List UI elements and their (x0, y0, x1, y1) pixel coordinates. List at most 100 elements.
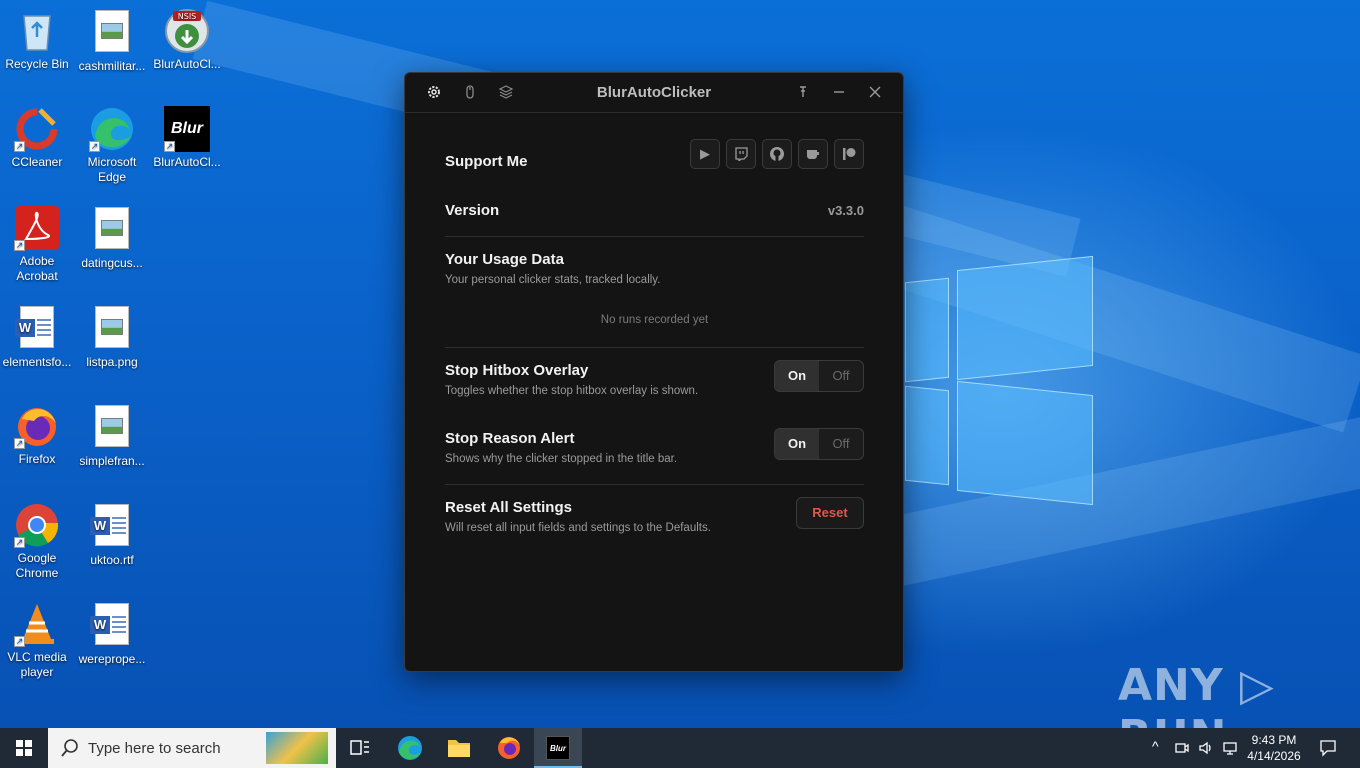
desktop-icon-cashmilitar[interactable]: cashmilitar... (75, 8, 149, 74)
twitch-icon[interactable] (726, 139, 756, 169)
taskbar-file-explorer-icon[interactable] (435, 728, 483, 768)
desktop-icon-werepropе[interactable]: W werepropе... (75, 601, 149, 667)
version-value: v3.3.0 (827, 203, 864, 218)
kofi-cup-icon[interactable] (798, 139, 828, 169)
reset-row: Reset All Settings Will reset all input … (445, 497, 864, 534)
blur-taskbar-icon: Blur (546, 736, 570, 760)
reason-on-option[interactable]: On (775, 429, 819, 459)
clock-time: 9:43 PM (1251, 733, 1297, 747)
close-icon[interactable] (866, 84, 884, 102)
desktop-icon-blurautoclicker-installer[interactable]: NSIS BlurAutoCl... (150, 8, 224, 72)
desktop-icon-uktoo[interactable]: W uktoo.rtf (75, 502, 149, 568)
desktop-icon-label: simplefran... (79, 454, 145, 468)
word-document-icon: W (14, 306, 60, 352)
windows-start-icon (16, 740, 32, 756)
desktop-icon-vlc[interactable]: ↗ VLC media player (0, 601, 74, 680)
recycle-bin-icon (14, 8, 60, 54)
desktop-icon-google-chrome[interactable]: ↗ Google Chrome (0, 502, 74, 581)
desktop-icon-label: Recycle Bin (5, 57, 69, 71)
desktop-icon-label: Adobe Acrobat (16, 254, 58, 283)
adobe-acrobat-icon: ↗ (14, 205, 60, 251)
divider (445, 347, 864, 348)
desktop-icon-blurautoclicker[interactable]: Blur ↗ BlurAutoCl... (150, 106, 224, 170)
minimize-icon[interactable] (830, 84, 848, 102)
youtube-icon[interactable]: ▶ (690, 139, 720, 169)
desktop-icon-label: uktoo.rtf (90, 553, 134, 567)
desktop-icon-label: Google Chrome (15, 551, 59, 580)
word-document-icon: W (89, 603, 135, 649)
desktop-icon-label: werepropе... (78, 652, 146, 666)
taskbar-blur-app[interactable]: Blur (534, 728, 582, 768)
hitbox-off-option[interactable]: Off (819, 361, 863, 391)
image-file-icon (89, 306, 135, 352)
notification-icon (1320, 740, 1336, 757)
word-document-icon: W (89, 504, 135, 550)
search-highlight-graphic (266, 732, 328, 764)
version-row: Version v3.3.0 (445, 202, 864, 219)
desktop-icon-ccleaner[interactable]: ↗ CCleaner (0, 106, 74, 170)
window-title: BlurAutoClicker (596, 84, 712, 101)
start-button[interactable] (0, 728, 48, 768)
pin-icon[interactable] (794, 84, 812, 102)
ccleaner-icon: ↗ (14, 106, 60, 152)
reason-row: Stop Reason Alert Shows why the clicker … (445, 428, 864, 465)
task-view-button[interactable] (336, 728, 384, 768)
search-icon (61, 739, 78, 757)
desktop-icon-label: CCleaner (11, 155, 63, 169)
desktop-icon-label: datingcus... (81, 256, 143, 270)
patreon-icon[interactable] (834, 139, 864, 169)
divider (445, 484, 864, 485)
usage-description: Your personal clicker stats, tracked loc… (445, 274, 661, 286)
support-row: Support Me ▶ (445, 139, 864, 173)
image-file-icon (89, 207, 135, 253)
edge-icon: ↗ (89, 106, 135, 152)
desktop-icon-datingcus[interactable]: datingcus... (75, 205, 149, 271)
network-icon[interactable] (1222, 740, 1238, 756)
hitbox-on-option[interactable]: On (775, 361, 819, 391)
meet-now-icon[interactable] (1174, 740, 1190, 756)
search-placeholder: Type here to search (88, 740, 221, 757)
clock-date: 4/14/2026 (1247, 749, 1301, 763)
desktop-icon-label: cashmilitar... (78, 59, 146, 73)
chrome-icon: ↗ (14, 502, 60, 548)
reset-button[interactable]: Reset (796, 497, 864, 529)
github-icon[interactable] (762, 139, 792, 169)
vlc-cone-icon: ↗ (14, 601, 60, 647)
blur-app-icon: Blur ↗ (164, 106, 210, 152)
taskbar-search-box[interactable]: Type here to search (48, 728, 336, 768)
desktop-icon-recycle-bin[interactable]: Recycle Bin (0, 8, 74, 72)
svg-text:NSIS: NSIS (178, 12, 197, 21)
hitbox-toggle[interactable]: On Off (774, 360, 864, 392)
desktop-icon-label: BlurAutoCl... (153, 57, 221, 71)
desktop-icon-listpa[interactable]: listpa.png (75, 304, 149, 370)
hitbox-row: Stop Hitbox Overlay Toggles whether the … (445, 360, 864, 397)
desktop-icon-firefox[interactable]: ↗ Firefox (0, 403, 74, 467)
chevron-up-icon[interactable]: ^ (1152, 738, 1159, 754)
taskbar-edge-icon[interactable] (386, 728, 434, 768)
desktop-icon-label: Firefox (18, 452, 56, 466)
notification-center-button[interactable] (1312, 728, 1352, 768)
desktop-icon-adobe-acrobat[interactable]: ↗ Adobe Acrobat (0, 205, 74, 284)
window-titlebar[interactable]: BlurAutoClicker (405, 73, 903, 113)
blurautoclicker-window: BlurAutoClicker Support Me ▶ Version v3.… (404, 72, 904, 672)
system-tray: ^ (1150, 728, 1240, 768)
usage-section: Your Usage Data Your personal clicker st… (445, 251, 864, 326)
version-label: Version (445, 202, 500, 219)
desktop-icon-simplefran[interactable]: simplefran... (75, 403, 149, 469)
image-file-icon (89, 10, 135, 56)
image-file-icon (89, 405, 135, 451)
desktop-icon-label: VLC media player (7, 650, 67, 679)
reason-off-option[interactable]: Off (819, 429, 863, 459)
desktop-icon-elementsfo[interactable]: W elementsfo... (0, 304, 74, 370)
volume-icon[interactable] (1198, 740, 1214, 756)
desktop-icon-label: BlurAutoCl... (153, 155, 221, 169)
desktop-icon-microsoft-edge[interactable]: ↗ Microsoft Edge (75, 106, 149, 185)
taskbar-clock[interactable]: 9:43 PM 4/14/2026 (1244, 732, 1304, 764)
reason-toggle[interactable]: On Off (774, 428, 864, 460)
desktop-icon-label: Microsoft Edge (87, 155, 137, 184)
nsis-installer-icon: NSIS (164, 8, 210, 54)
desktop-icon-label: elementsfo... (2, 355, 72, 369)
divider (445, 236, 864, 237)
firefox-icon: ↗ (14, 403, 60, 449)
taskbar-firefox-icon[interactable] (485, 728, 533, 768)
